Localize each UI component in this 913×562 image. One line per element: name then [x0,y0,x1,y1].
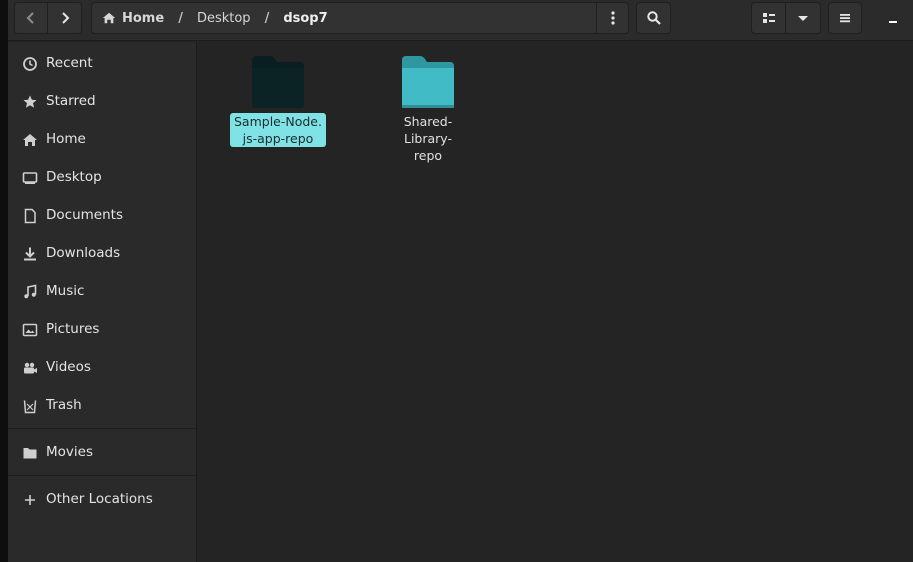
home-icon [23,134,37,146]
document-icon [24,208,36,224]
folder-icon [23,448,37,459]
sidebar-item-other-locations[interactable]: Other Locations [8,480,196,518]
sidebar-item-pictures[interactable]: Pictures [8,310,196,348]
sidebar-item-starred[interactable]: Starred [8,82,196,120]
breadcrumb-current[interactable]: dsop7 [283,3,327,33]
folder-name-text: Shared-Library- repo [403,114,453,163]
header-bar: Home / Desktop / dsop7 [8,0,913,41]
sidebar-item-label: Documents [46,207,123,223]
folder-icon [252,56,304,108]
sidebar-item-label: Pictures [46,321,100,337]
home-icon [102,12,116,24]
breadcrumb-home[interactable]: Home [92,3,164,33]
sidebar-item-label: Desktop [46,169,102,185]
trash-icon [23,400,37,414]
path-bar: Home / Desktop / dsop7 [91,2,629,34]
download-icon [24,247,36,261]
breadcrumb-separator: / [264,10,270,26]
list-view-icon [762,13,775,23]
back-button[interactable] [14,2,48,34]
sidebar-item-label: Recent [46,55,93,71]
sidebar-item-videos[interactable]: Videos [8,348,196,386]
star-icon [23,95,37,108]
view-options-button[interactable] [786,2,821,34]
sidebar-item-documents[interactable]: Documents [8,196,196,234]
sidebar-item-movies[interactable]: Movies [8,433,196,471]
music-icon [24,284,37,299]
sidebar-item-music[interactable]: Music [8,272,196,310]
folder-icon [402,56,454,108]
search-button[interactable] [636,2,671,34]
sidebar: Recent Starred Home Desktop Documents Do… [8,42,197,562]
sidebar-item-label: Starred [46,93,96,109]
kebab-menu-icon [610,11,615,25]
minimize-button[interactable] [878,2,908,34]
folder-name: Shared-Library- repo [378,113,478,164]
desktop-icon [22,172,38,184]
sidebar-item-label: Videos [46,359,91,375]
chevron-right-icon [61,12,69,24]
hamburger-menu-icon [840,14,850,23]
sidebar-divider [8,428,196,429]
main-menu-button[interactable] [828,2,862,34]
sidebar-item-downloads[interactable]: Downloads [8,234,196,272]
video-icon [24,362,37,374]
folder-item[interactable]: Shared-Library- repo [368,54,488,164]
breadcrumb-home-label: Home [122,10,165,26]
folder-name: Sample-Node. js-app-repo [230,113,326,147]
folder-item[interactable]: Sample-Node. js-app-repo [218,54,338,147]
sidebar-item-desktop[interactable]: Desktop [8,158,196,196]
minimize-icon [889,21,897,23]
caret-down-icon [798,16,808,21]
sidebar-divider [8,475,196,476]
sidebar-item-label: Other Locations [46,491,153,507]
path-menu-button[interactable] [596,3,628,33]
folder-name-text: Sample-Node. js-app-repo [234,114,322,146]
clock-icon [23,57,37,71]
sidebar-item-label: Downloads [46,245,121,261]
sidebar-item-label: Music [46,283,85,299]
breadcrumb-desktop[interactable]: Desktop [197,3,251,33]
window-edge [0,0,8,562]
sidebar-item-home[interactable]: Home [8,120,196,158]
plus-icon [25,495,35,505]
sidebar-item-label: Movies [46,444,93,460]
chevron-left-icon [26,12,34,24]
view-toggle-button[interactable] [751,2,786,34]
file-manager-window: Home / Desktop / dsop7 Recent Starred Ho… [8,0,913,562]
file-view: Sample-Node. js-app-repo Shared-Library-… [198,42,913,562]
sidebar-item-label: Home [46,131,86,147]
sidebar-item-label: Trash [46,397,82,413]
picture-icon [22,323,38,337]
sidebar-item-trash[interactable]: Trash [8,386,196,424]
sidebar-item-recent[interactable]: Recent [8,44,196,82]
breadcrumb-separator: / [178,10,183,26]
search-icon [646,11,661,25]
forward-button[interactable] [48,2,82,34]
